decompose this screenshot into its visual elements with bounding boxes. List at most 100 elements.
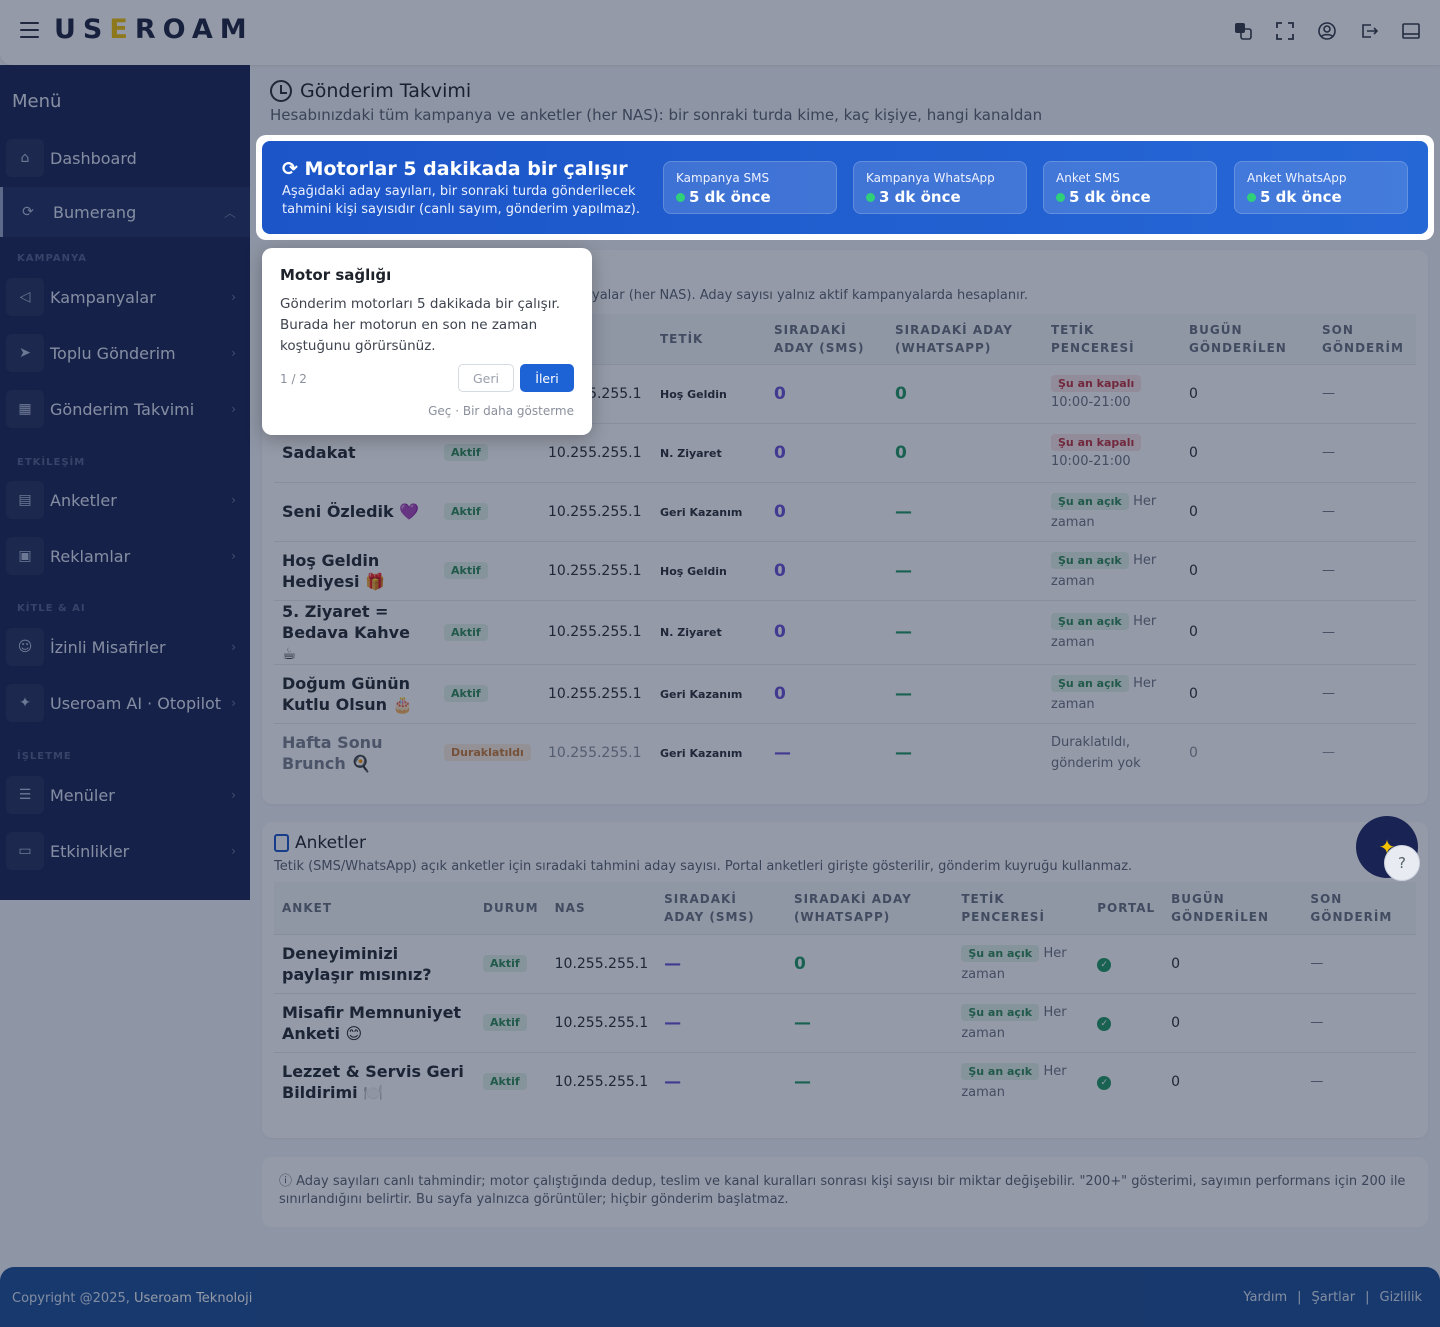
status-badge: Şu an açık (1051, 551, 1129, 569)
status-dot-icon (866, 192, 875, 202)
refresh-icon: ⟳ (282, 158, 298, 180)
tour-step-counter: 1 / 2 (280, 372, 307, 386)
table-row[interactable]: Hoş Geldin Hediyesi 🎁 Aktif 10.255.255.1… (274, 540, 1416, 600)
col-header: SIRADAKİ ADAY (SMS) (664, 891, 755, 924)
col-header: PORTAL (1097, 900, 1156, 915)
tour-title: Motor sağlığı (280, 266, 392, 284)
megaphone-icon: ◁ (6, 278, 44, 316)
sparkle-icon: ✦ (6, 684, 44, 722)
engine-status-banner: ⟳ Motorlar 5 dakikada bir çalışır Aşağıd… (262, 141, 1428, 234)
status-badge: Aktif (482, 955, 527, 972)
status-dot-icon (676, 192, 685, 202)
clock-icon (270, 80, 292, 102)
menu-book-icon: ☰ (6, 776, 44, 814)
col-header: SON GÖNDERİM (1322, 322, 1404, 355)
col-header: SIRADAKİ ADAY (SMS) (774, 322, 865, 355)
col-header: BUGÜN GÖNDERİLEN (1189, 322, 1287, 355)
chevron-right-icon: › (231, 549, 236, 563)
tour-skip-link[interactable]: Geç · Bir daha gösterme (428, 404, 574, 418)
col-header: NAS (554, 900, 586, 915)
tour-next-button[interactable]: İleri (520, 364, 574, 392)
footer-link-help[interactable]: Yardım (1243, 1290, 1287, 1305)
table-row[interactable]: Doğum Günün Kutlu Olsun 🎂 Aktif 10.255.2… (274, 663, 1416, 723)
clipboard-icon (274, 834, 289, 852)
chevron-up-icon: ︿ (223, 205, 236, 220)
help-button[interactable]: ? (1384, 845, 1420, 881)
engine-card: Kampanya WhatsApp 3 dk önce (853, 161, 1027, 214)
status-badge: Şu an açık (961, 1062, 1040, 1080)
refresh-icon: ⟳ (22, 204, 34, 220)
sidebar-item-menuler[interactable]: ☰ Menüler › (0, 770, 250, 820)
sidebar-item-anketler[interactable]: ▤ Anketler › (0, 475, 250, 525)
footer-link-terms[interactable]: Şartlar (1312, 1290, 1356, 1305)
fullscreen-icon[interactable] (1276, 22, 1294, 40)
table-row[interactable]: Seni Özledik 💜 Aktif 10.255.255.1 Geri K… (274, 481, 1416, 541)
col-header: TETİK PENCERESİ (1051, 322, 1135, 355)
top-bar: USEROAM (0, 0, 1440, 65)
page-subtitle: Hesabınızdaki tüm kampanya ve anketler (… (270, 106, 1043, 124)
sidebar-item-izinli-misafirler[interactable]: ☺ İzinli Misafirler › (0, 622, 250, 672)
status-badge: Aktif (482, 1014, 527, 1031)
status-badge: Şu an açık (1051, 613, 1129, 630)
status-badge: Aktif (444, 503, 488, 520)
check-icon: ✓ (1097, 958, 1112, 972)
table-row[interactable]: Misafir Memnuniyet Anketi 😊 Aktif 10.255… (274, 992, 1416, 1052)
chevron-right-icon: › (231, 696, 236, 710)
status-badge: Aktif (482, 1073, 527, 1091)
table-row[interactable]: Hafta Sonu Brunch 🍳 Duraklatıldı 10.255.… (274, 722, 1416, 782)
col-header: DURUM (482, 900, 539, 915)
status-badge: Şu an açık (961, 944, 1040, 962)
sidebar-item-etkinlikler[interactable]: ▭ Etkinlikler › (0, 826, 250, 876)
tour-back-button[interactable]: Geri (458, 364, 514, 392)
sidebar: Menü ⌂ Dashboard ⟳ Bumerang ︿ KAMPANYA ◁… (0, 65, 250, 900)
col-header: TETİK PENCERESİ (961, 891, 1045, 924)
sidebar-item-bumerang[interactable]: ⟳ Bumerang ︿ (0, 187, 250, 237)
surveys-description: Tetik (SMS/WhatsApp) açık anketler için … (274, 859, 1133, 874)
status-badge: Şu an açık (1051, 674, 1129, 692)
table-row[interactable]: Deneyiminizi paylaşır mısınız? Aktif 10.… (274, 933, 1416, 993)
engine-title: ⟳ Motorlar 5 dakikada bir çalışır (282, 158, 628, 180)
panel-icon[interactable] (1402, 22, 1420, 40)
home-icon: ⌂ (6, 139, 44, 177)
col-header: SON GÖNDERİM (1310, 891, 1393, 924)
hamburger-menu-icon[interactable] (20, 22, 39, 38)
table-row[interactable]: 5. Ziyaret = Bedava Kahve ☕ Aktif 10.255… (274, 599, 1416, 664)
section-label-isletme: İŞLETME (17, 751, 72, 762)
status-badge: Aktif (444, 623, 488, 641)
footer-link-privacy[interactable]: Gizlilik (1380, 1290, 1423, 1305)
status-badge: Aktif (444, 444, 488, 461)
campaigns-description: yalar (her NAS). Aday sayısı yalnız akti… (592, 288, 1029, 303)
chevron-right-icon: › (231, 844, 236, 858)
col-header: BUGÜN GÖNDERİLEN (1171, 891, 1269, 924)
engine-status-highlight: ⟳ Motorlar 5 dakikada bir çalışır Aşağıd… (256, 135, 1434, 240)
chevron-right-icon: › (231, 493, 236, 507)
send-icon: ➤ (6, 334, 44, 372)
check-icon: ✓ (1097, 1076, 1112, 1091)
ad-icon: ▣ (6, 537, 44, 575)
check-icon: ✓ (1097, 1017, 1112, 1031)
chevron-right-icon: › (231, 640, 236, 654)
logout-icon[interactable] (1360, 22, 1379, 40)
translate-icon[interactable] (1234, 22, 1252, 40)
status-badge: Şu an kapalı (1051, 374, 1142, 392)
sidebar-item-dashboard[interactable]: ⌂ Dashboard (0, 133, 250, 183)
sidebar-title: Menü (12, 91, 62, 112)
col-header: SIRADAKİ ADAY (WHATSAPP) (793, 891, 912, 924)
company-link[interactable]: Useroam Teknoloji (134, 1291, 252, 1306)
sidebar-item-kampanyalar[interactable]: ◁ Kampanyalar › (0, 272, 250, 322)
table-row[interactable]: Lezzet & Servis Geri Bildirimi 🍽️ Aktif … (274, 1051, 1416, 1111)
footer: Copyright @2025, Useroam Teknoloji Yardı… (0, 1267, 1440, 1327)
sidebar-item-toplu-gonderim[interactable]: ➤ Toplu Gönderim › (0, 328, 250, 378)
logo[interactable]: USEROAM (54, 14, 254, 45)
user-icon[interactable] (1318, 22, 1336, 40)
sidebar-item-gonderim-takvimi[interactable]: ▦ Gönderim Takvimi › (0, 384, 250, 434)
chevron-right-icon: › (231, 788, 236, 802)
section-label-etkilesim: ETKİLEŞİM (17, 457, 86, 468)
status-dot-icon (1056, 192, 1065, 202)
col-header: TETİK (660, 331, 704, 346)
status-badge: Şu an açık (1051, 492, 1129, 510)
col-header: SIRADAKİ ADAY (WHATSAPP) (895, 322, 1013, 355)
sidebar-item-useroam-ai[interactable]: ✦ Useroam AI · Otopilot › (0, 678, 250, 728)
sidebar-item-reklamlar[interactable]: ▣ Reklamlar › (0, 531, 250, 581)
engine-card: Anket WhatsApp 5 dk önce (1234, 161, 1408, 214)
